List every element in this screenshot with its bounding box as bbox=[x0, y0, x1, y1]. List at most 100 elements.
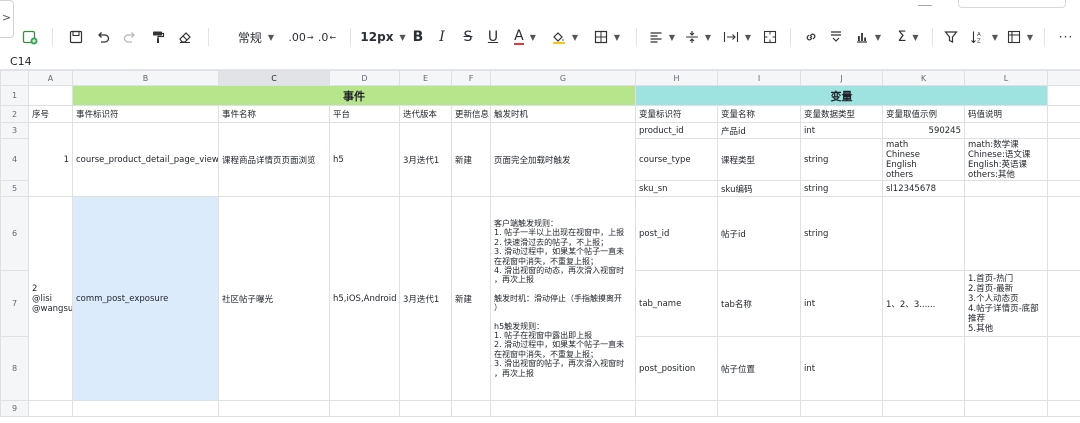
row-header-6[interactable]: 6 bbox=[0, 196, 29, 271]
event1-update[interactable]: 新建 bbox=[451, 122, 491, 197]
freeze-button[interactable]: ▼ bbox=[1004, 22, 1036, 52]
row-header-8[interactable]: 8 bbox=[0, 336, 29, 401]
event2-var2-type[interactable]: int bbox=[800, 270, 883, 337]
name-box[interactable]: C14 bbox=[10, 55, 32, 68]
event2-name[interactable]: 社区帖子曝光 bbox=[218, 196, 330, 401]
event2-var3-type[interactable]: int bbox=[800, 336, 883, 401]
cell-f9[interactable] bbox=[451, 400, 491, 417]
event2-var2-example[interactable]: 1、2、3...... bbox=[882, 270, 965, 337]
column-header-k[interactable]: K bbox=[882, 70, 965, 86]
bold-button[interactable]: B bbox=[408, 22, 428, 52]
group-header-variable[interactable]: 变量 bbox=[635, 85, 1048, 106]
event1-var1-example[interactable]: 590245 bbox=[882, 122, 965, 139]
cell-l9[interactable] bbox=[964, 400, 1048, 417]
cell-m9[interactable] bbox=[1047, 400, 1080, 417]
header-version[interactable]: 迭代版本 bbox=[399, 105, 452, 123]
event1-var3-id[interactable]: sku_sn bbox=[635, 180, 718, 197]
cell-k9[interactable] bbox=[882, 400, 965, 417]
filter-button[interactable] bbox=[940, 22, 962, 52]
event1-version[interactable]: 3月迭代1 bbox=[399, 122, 452, 197]
event2-id[interactable]: comm_post_exposure bbox=[72, 196, 219, 401]
event2-var3-example[interactable] bbox=[882, 336, 965, 401]
functions-button[interactable]: Σ ▼ bbox=[892, 22, 924, 52]
column-header-l[interactable]: L bbox=[964, 70, 1048, 86]
event2-update[interactable]: 新建 bbox=[451, 196, 491, 401]
event1-seq[interactable]: 1 bbox=[28, 122, 73, 197]
save-icon[interactable] bbox=[64, 22, 88, 52]
event1-var2-id[interactable]: course_type bbox=[635, 138, 718, 181]
font-size-select[interactable]: 12px ▼ bbox=[358, 22, 408, 52]
text-wrap-button[interactable]: ▼ bbox=[720, 22, 754, 52]
column-header-e[interactable]: E bbox=[399, 70, 452, 86]
column-header-d[interactable]: D bbox=[329, 70, 400, 86]
header-platform[interactable]: 平台 bbox=[329, 105, 400, 123]
column-header-f[interactable]: F bbox=[451, 70, 491, 86]
sort-button[interactable]: A Z ▼ bbox=[968, 22, 1000, 52]
cell-a9[interactable] bbox=[28, 400, 73, 417]
number-format-select[interactable]: 常规 ▼ bbox=[228, 22, 284, 52]
cell-m8[interactable] bbox=[1047, 336, 1080, 401]
cell-c9[interactable] bbox=[218, 400, 330, 417]
column-header-a[interactable]: A bbox=[28, 70, 73, 86]
top-action-button[interactable] bbox=[958, 0, 1066, 8]
event2-var3-code[interactable] bbox=[964, 336, 1048, 401]
merge-cells-button[interactable] bbox=[758, 22, 782, 52]
vertical-align-button[interactable]: ▼ bbox=[682, 22, 714, 52]
filter-view-button[interactable] bbox=[824, 22, 848, 52]
undo-icon[interactable] bbox=[91, 22, 115, 52]
event1-var3-type[interactable]: string bbox=[800, 180, 883, 197]
fill-color-button[interactable]: ▼ bbox=[548, 22, 582, 52]
horizontal-align-button[interactable]: ▼ bbox=[646, 22, 678, 52]
insert-link-button[interactable] bbox=[800, 22, 822, 52]
header-trigger[interactable]: 触发时机 bbox=[490, 105, 636, 123]
header-event-id[interactable]: 事件标识符 bbox=[72, 105, 219, 123]
expand-sidebar-button[interactable]: > bbox=[0, 0, 14, 38]
event2-var1-id[interactable]: post_id bbox=[635, 196, 718, 271]
header-event-name[interactable]: 事件名称 bbox=[218, 105, 330, 123]
event1-var3-code[interactable] bbox=[964, 180, 1048, 197]
header-var-name[interactable]: 变量名称 bbox=[717, 105, 801, 123]
increase-decimal-button[interactable]: .00 → bbox=[288, 22, 314, 52]
header-code-desc[interactable]: 码值说明 bbox=[964, 105, 1048, 123]
column-header-j[interactable]: J bbox=[800, 70, 883, 86]
cell-a1[interactable] bbox=[28, 85, 73, 106]
event2-var2-name[interactable]: tab名称 bbox=[717, 270, 801, 337]
cell-m2[interactable] bbox=[1047, 105, 1080, 123]
event1-var1-code[interactable] bbox=[964, 122, 1048, 139]
event1-platform[interactable]: h5 bbox=[329, 122, 400, 197]
column-header-c[interactable]: C bbox=[218, 70, 330, 86]
cell-m4[interactable] bbox=[1047, 138, 1080, 181]
event1-trigger[interactable]: 页面完全加载时触发 bbox=[490, 122, 636, 197]
event1-var2-example[interactable]: math Chinese English others bbox=[882, 138, 965, 181]
event2-var1-code[interactable] bbox=[964, 196, 1048, 271]
header-var-example[interactable]: 变量取值示例 bbox=[882, 105, 965, 123]
cell-b9[interactable] bbox=[72, 400, 219, 417]
event2-var1-name[interactable]: 帖子id bbox=[717, 196, 801, 271]
cell-m1[interactable] bbox=[1047, 85, 1080, 106]
column-header-g[interactable]: G bbox=[490, 70, 636, 86]
event1-var3-name[interactable]: sku编码 bbox=[717, 180, 801, 197]
format-painter-icon[interactable] bbox=[146, 22, 170, 52]
column-header-h[interactable]: H bbox=[635, 70, 718, 86]
event1-var2-name[interactable]: 课程类型 bbox=[717, 138, 801, 181]
header-var-id[interactable]: 变量标识符 bbox=[635, 105, 718, 123]
cell-h9[interactable] bbox=[635, 400, 718, 417]
clear-format-icon[interactable] bbox=[173, 22, 197, 52]
event1-var1-name[interactable]: 产品id bbox=[717, 122, 801, 139]
event1-id[interactable]: course_product_detail_page_view bbox=[72, 122, 219, 197]
row-header-5[interactable]: 5 bbox=[0, 180, 29, 197]
event2-var1-example[interactable] bbox=[882, 196, 965, 271]
row-header-2[interactable]: 2 bbox=[0, 105, 29, 123]
cell-d9[interactable] bbox=[329, 400, 400, 417]
event2-seq[interactable]: 2 @lisi @wangsu bbox=[28, 196, 73, 401]
cell-i9[interactable] bbox=[717, 400, 801, 417]
event1-name[interactable]: 课程商品详情页页面浏览 bbox=[218, 122, 330, 197]
row-header-9[interactable]: 9 bbox=[0, 400, 29, 417]
row-header-4[interactable]: 4 bbox=[0, 138, 29, 181]
italic-button[interactable]: I bbox=[432, 22, 452, 52]
cell-m6[interactable] bbox=[1047, 196, 1080, 271]
event1-var1-id[interactable]: product_id bbox=[635, 122, 718, 139]
select-all-corner[interactable] bbox=[0, 70, 29, 86]
event2-var3-id[interactable]: post_position bbox=[635, 336, 718, 401]
row-header-7[interactable]: 7 bbox=[0, 270, 29, 337]
